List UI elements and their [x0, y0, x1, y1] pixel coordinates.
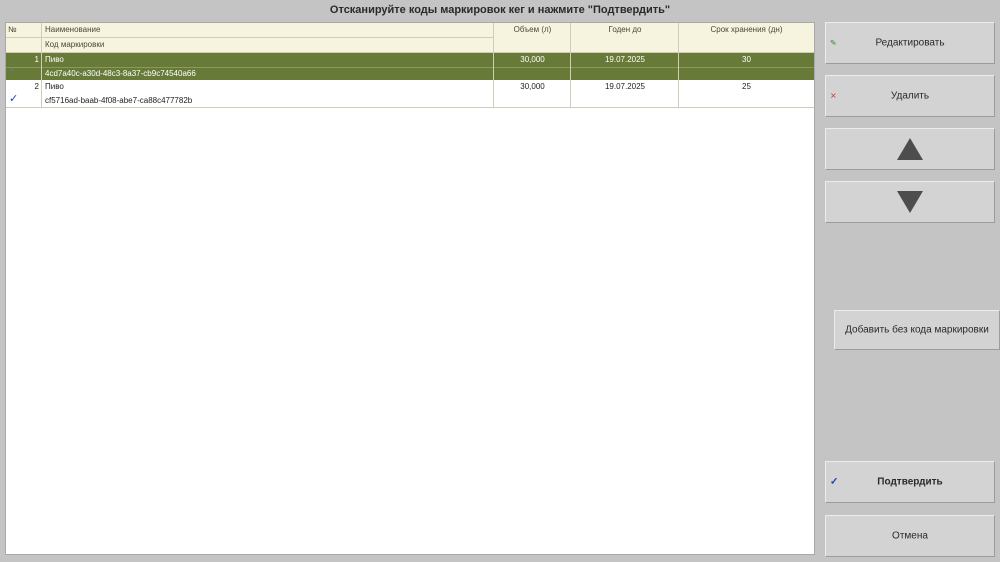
row-volume: 30,000 [520, 82, 545, 91]
add-without-code-button[interactable]: Добавить без кода маркировки [834, 310, 1000, 350]
column-divider [678, 23, 679, 107]
confirm-button-label: Подтвердить [877, 476, 943, 488]
marking-codes-table[interactable]: № Наименование Код маркировки Объем (л) … [5, 22, 815, 555]
row-code: cf5716ad-baab-4f08-abe7-ca88c477782b [45, 96, 193, 105]
cancel-button[interactable]: Отмена [825, 515, 995, 557]
move-down-button[interactable] [825, 181, 995, 223]
header-divider [6, 37, 494, 38]
column-divider [41, 23, 42, 107]
arrow-up-icon [897, 138, 923, 160]
move-up-button[interactable] [825, 128, 995, 170]
header-num: № [8, 25, 17, 34]
column-divider [493, 23, 494, 107]
header-shelf-life[interactable]: Срок хранения (дн) [679, 25, 814, 34]
dialog-title: Отсканируйте коды маркировок кег и нажми… [329, 4, 671, 16]
header-name[interactable]: Наименование [45, 25, 100, 34]
row-code: 4cd7a40c-a30d-48c3-8a37-cb9c74540a66 [45, 69, 196, 78]
table-row[interactable]: 2 ✓ Пиво cf5716ad-baab-4f08-abe7-ca88c47… [6, 80, 814, 107]
row-expiry: 19.07.2025 [604, 82, 646, 91]
edit-button-label: Редактировать [875, 37, 945, 49]
header-expiry[interactable]: Годен до [571, 25, 679, 34]
header-code[interactable]: Код маркировки [45, 40, 104, 49]
edit-button[interactable]: ✎ Редактировать [825, 22, 995, 64]
add-without-code-label: Добавить без кода маркировки [845, 324, 989, 336]
delete-button-label: Удалить [890, 90, 930, 102]
row-name: Пиво [45, 55, 64, 64]
row-name: Пиво [45, 82, 64, 91]
confirm-button[interactable]: ✓ Подтвердить [825, 461, 995, 503]
row-shelf-life: 25 [742, 82, 751, 91]
row-divider [6, 107, 814, 108]
row-expiry: 19.07.2025 [604, 55, 646, 64]
arrow-down-icon [897, 191, 923, 213]
header-volume[interactable]: Объем (л) [494, 25, 571, 34]
column-divider [570, 23, 571, 107]
row-check-icon: ✓ [9, 93, 19, 105]
delete-button[interactable]: ✕ Удалить [825, 75, 995, 117]
row-num: 2 [34, 82, 39, 91]
cancel-button-label: Отмена [892, 530, 928, 542]
row-volume: 30,000 [520, 55, 545, 64]
row-num: 1 [34, 55, 39, 64]
row-divider [6, 67, 814, 68]
row-shelf-life: 30 [742, 55, 751, 64]
table-header: № Наименование Код маркировки Объем (л) … [6, 23, 814, 53]
